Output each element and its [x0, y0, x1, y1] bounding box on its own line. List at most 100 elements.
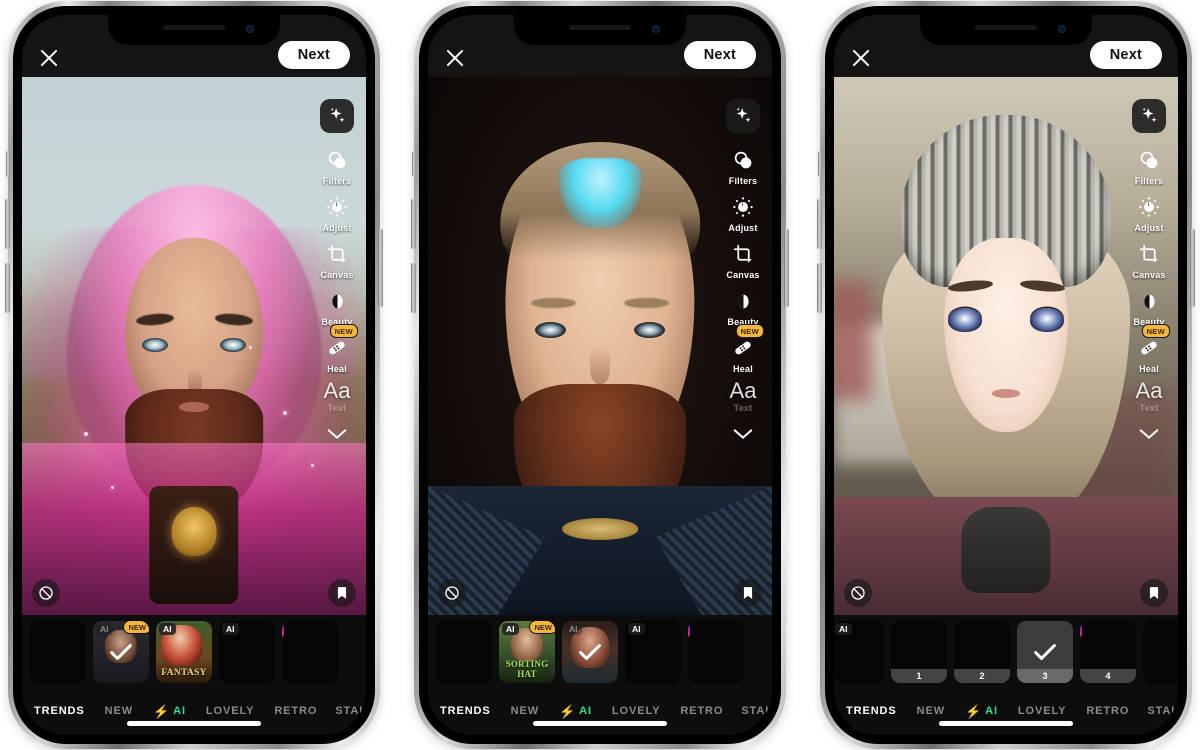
effect-thumbnail-strip[interactable]: AI NEW FANTASY AI AI — [22, 615, 366, 693]
tool-adjust[interactable]: Adjust — [322, 192, 352, 233]
tab-ai[interactable]: ⚡ AI — [559, 705, 592, 718]
tool-canvas[interactable]: Canvas — [726, 239, 759, 280]
next-button[interactable]: Next — [683, 40, 756, 69]
no-effect-icon[interactable] — [32, 579, 60, 607]
tool-magic-ai[interactable] — [1132, 99, 1166, 133]
tool-rail: Filters Adjust Canvas Beauty NEW Heal Aa… — [720, 99, 766, 446]
instagram-icon[interactable] — [282, 623, 284, 638]
ai-tag: AI — [628, 623, 645, 635]
bookmark-icon[interactable] — [734, 579, 762, 607]
close-icon[interactable] — [38, 47, 60, 69]
tool-text[interactable]: Aa Text — [324, 380, 351, 414]
tool-beauty[interactable]: Beauty — [727, 286, 758, 327]
next-button[interactable]: Next — [1089, 40, 1162, 69]
tab-stai[interactable]: STAI — [335, 705, 363, 717]
mute-switch[interactable] — [6, 151, 10, 177]
thumbnail-item[interactable]: 3 — [1017, 621, 1073, 683]
thumbnail-item[interactable]: SORTING HAT AI NEW — [499, 621, 555, 683]
thumbnail-item[interactable] — [1143, 621, 1178, 683]
photo-canvas[interactable]: Filters Adjust Canvas Beauty NEW Heal Aa… — [22, 77, 366, 615]
thumbnail-item[interactable]: AI NEW — [93, 621, 149, 683]
photo-canvas[interactable]: Filters Adjust Canvas Beauty NEW Heal Aa… — [428, 77, 772, 615]
bookmark-icon[interactable] — [328, 579, 356, 607]
no-effect-icon[interactable] — [844, 579, 872, 607]
tab-new[interactable]: NEW — [917, 705, 945, 717]
chevron-down-icon[interactable] — [1138, 427, 1160, 446]
thumbnail-item[interactable] — [688, 621, 744, 683]
thumbnail-item[interactable]: AI — [562, 621, 618, 683]
tool-magic-ai[interactable] — [320, 99, 354, 133]
mute-switch[interactable] — [818, 151, 822, 177]
tool-adjust[interactable]: Adjust — [728, 192, 758, 233]
thumbnail-item[interactable] — [436, 621, 492, 683]
volume-down-button[interactable] — [5, 263, 10, 313]
close-icon[interactable] — [444, 47, 466, 69]
tab-ai[interactable]: ⚡ AI — [965, 705, 998, 718]
tool-heal[interactable]: NEW Heal — [1134, 324, 1170, 374]
tab-lovely[interactable]: LOVELY — [1018, 705, 1066, 717]
tab-stai[interactable]: STAI — [741, 705, 769, 717]
instagram-icon[interactable] — [1080, 623, 1082, 638]
power-button[interactable] — [378, 229, 383, 307]
effect-thumbnail-strip[interactable]: AI 1 2 3 4 — [834, 615, 1178, 693]
bookmark-icon[interactable] — [1140, 579, 1168, 607]
chevron-down-icon[interactable] — [732, 427, 754, 446]
tab-retro[interactable]: RETRO — [274, 705, 317, 717]
volume-up-button[interactable] — [411, 199, 416, 249]
no-effect-icon[interactable] — [438, 579, 466, 607]
tab-retro[interactable]: RETRO — [680, 705, 723, 717]
tab-trends[interactable]: TRENDS — [846, 705, 897, 717]
thumbnail-item[interactable]: FANTASY AI — [156, 621, 212, 683]
tab-stai[interactable]: STAI — [1147, 705, 1175, 717]
tab-new[interactable]: NEW — [511, 705, 539, 717]
tool-filters[interactable]: Filters — [1134, 145, 1164, 186]
thumbnail-item[interactable]: 4 — [1080, 621, 1136, 683]
tool-beauty[interactable]: Beauty — [1133, 286, 1164, 327]
mute-switch[interactable] — [412, 151, 416, 177]
volume-up-button[interactable] — [5, 199, 10, 249]
thumbnail-item[interactable] — [282, 621, 338, 683]
thumbnail-item[interactable]: AI — [625, 621, 681, 683]
tool-text[interactable]: Aa Text — [730, 380, 757, 414]
search-icon[interactable] — [1175, 703, 1178, 720]
volume-down-button[interactable] — [817, 263, 822, 313]
tool-rail: Filters Adjust Canvas Beauty NEW Heal Aa… — [314, 99, 360, 446]
thumbnail-item[interactable]: 2 — [954, 621, 1010, 683]
tab-trends[interactable]: TRENDS — [440, 705, 491, 717]
tool-filters[interactable]: Filters — [322, 145, 352, 186]
close-icon[interactable] — [850, 47, 872, 69]
tab-ai[interactable]: ⚡ AI — [153, 705, 186, 718]
chevron-down-icon[interactable] — [326, 427, 348, 446]
tool-canvas[interactable]: Canvas — [1132, 239, 1165, 280]
volume-down-button[interactable] — [411, 263, 416, 313]
tool-canvas[interactable]: Canvas — [320, 239, 353, 280]
tool-filters[interactable]: Filters — [728, 145, 758, 186]
instagram-icon[interactable] — [688, 623, 690, 638]
thumbnail-item[interactable]: AI — [219, 621, 275, 683]
tool-magic-ai[interactable] — [726, 99, 760, 133]
next-button[interactable]: Next — [277, 40, 350, 69]
tool-heal[interactable]: NEW Heal — [728, 324, 764, 374]
power-button[interactable] — [784, 229, 789, 307]
tab-retro[interactable]: RETRO — [1086, 705, 1129, 717]
tool-heal[interactable]: NEW Heal — [322, 324, 358, 374]
thumbnail-item[interactable] — [30, 621, 86, 683]
volume-up-button[interactable] — [817, 199, 822, 249]
phone-screen: Next Filters Adjust Canvas Beauty NEW He… — [22, 15, 366, 735]
power-button[interactable] — [1190, 229, 1195, 307]
tab-trends[interactable]: TRENDS — [34, 705, 85, 717]
tab-lovely[interactable]: LOVELY — [206, 705, 254, 717]
effect-thumbnail-strip[interactable]: SORTING HAT AI NEW AI AI — [428, 615, 772, 693]
tab-new[interactable]: NEW — [105, 705, 133, 717]
thumbnail-item[interactable]: 1 — [891, 621, 947, 683]
ai-tag: AI — [222, 623, 239, 635]
photo-canvas[interactable]: Filters Adjust Canvas Beauty NEW Heal Aa… — [834, 77, 1178, 615]
tool-text[interactable]: Aa Text — [1136, 380, 1163, 414]
thumbnail-item[interactable]: AI — [834, 621, 884, 683]
tool-beauty[interactable]: Beauty — [321, 286, 352, 327]
search-icon[interactable] — [363, 703, 366, 720]
search-icon[interactable] — [769, 703, 772, 720]
heal-new-badge: NEW — [329, 324, 358, 338]
tab-lovely[interactable]: LOVELY — [612, 705, 660, 717]
tool-adjust[interactable]: Adjust — [1134, 192, 1164, 233]
